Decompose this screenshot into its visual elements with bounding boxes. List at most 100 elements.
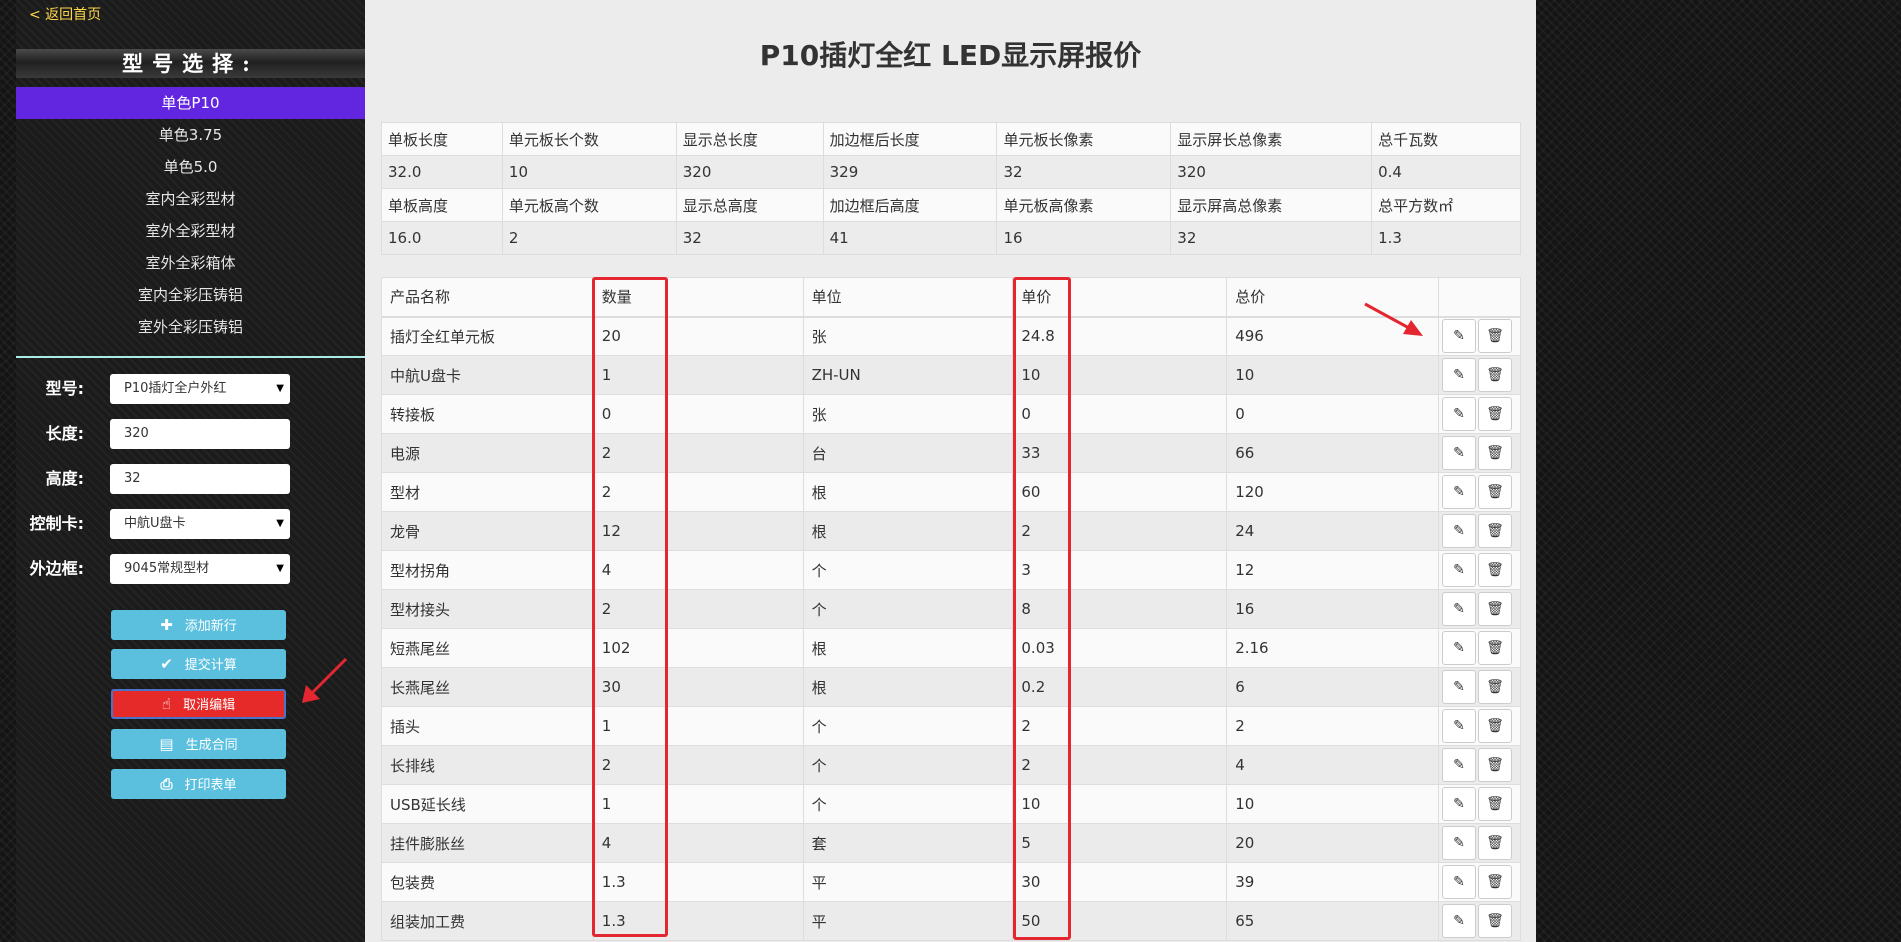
table-row: USB延长线 1 个 10 10 ✎ 🗑	[381, 784, 1522, 824]
delete-row-button-trash-icon[interactable]: 🗑	[1477, 436, 1512, 470]
total-price-cell: 66	[1226, 433, 1439, 473]
delete-row-button-trash-icon[interactable]: 🗑	[1477, 748, 1512, 782]
table-row: 转接板 0 张 0 0 ✎ 🗑	[381, 394, 1522, 434]
generate-contract-button[interactable]: ▤ 生成合同	[111, 729, 286, 759]
model-item[interactable]: 单色P10	[16, 87, 365, 119]
model-item[interactable]: 单色5.0	[16, 151, 365, 183]
model-item[interactable]: 单色3.75	[16, 119, 365, 151]
total-price-cell: 120	[1226, 472, 1439, 512]
delete-row-button-trash-icon[interactable]: 🗑	[1477, 358, 1512, 392]
edit-row-button-pencil-icon[interactable]: ✎	[1441, 436, 1476, 470]
product-name-cell: 龙骨	[381, 511, 594, 551]
unit-price-cell: 50	[1012, 901, 1228, 941]
edit-row-button-pencil-icon[interactable]: ✎	[1441, 670, 1476, 704]
delete-row-button-trash-icon[interactable]: 🗑	[1477, 865, 1512, 899]
delete-row-button-trash-icon[interactable]: 🗑	[1477, 397, 1512, 431]
spec-value-cell: 41	[822, 221, 998, 255]
col-header-unit: 单位	[802, 277, 1014, 318]
quantity-cell: 1.3	[592, 862, 804, 902]
edit-row-button-pencil-icon[interactable]: ✎	[1441, 514, 1476, 548]
edit-row-button-pencil-icon[interactable]: ✎	[1441, 397, 1476, 431]
edit-row-button-pencil-icon[interactable]: ✎	[1441, 475, 1476, 509]
print-form-button[interactable]: ⎙ 打印表单	[111, 769, 286, 799]
row-actions-cell: ✎ 🗑	[1437, 628, 1522, 668]
edit-row-button-pencil-icon[interactable]: ✎	[1441, 358, 1476, 392]
table-row: 短燕尾丝 102 根 0.03 2.16 ✎ 🗑	[381, 628, 1522, 668]
delete-row-button-trash-icon[interactable]: 🗑	[1477, 904, 1512, 938]
length-input[interactable]: 320	[110, 419, 290, 449]
edit-row-button-pencil-icon[interactable]: ✎	[1441, 553, 1476, 587]
model-select-header: 型号选择:	[16, 49, 365, 78]
row-actions-cell: ✎ 🗑	[1437, 901, 1522, 941]
model-item[interactable]: 室外全彩压铸铝	[16, 311, 365, 343]
total-price-cell: 4	[1226, 745, 1439, 785]
quantity-cell: 102	[592, 628, 804, 668]
row-actions-cell: ✎ 🗑	[1437, 316, 1522, 356]
delete-row-button-trash-icon[interactable]: 🗑	[1477, 709, 1512, 743]
spec-value-cell: 32	[1170, 221, 1373, 255]
spec-label-cell: 显示屏高总像素	[1170, 188, 1373, 222]
model-item[interactable]: 室内全彩型材	[16, 183, 365, 215]
delete-row-button-trash-icon[interactable]: 🗑	[1477, 826, 1512, 860]
edit-row-button-pencil-icon[interactable]: ✎	[1441, 631, 1476, 665]
model-list: 单色P10 单色3.75 单色5.0 室内全彩型材 室外全彩型材 室外全彩箱体 室内全彩压铸…	[16, 87, 365, 343]
edit-row-button-pencil-icon[interactable]: ✎	[1441, 748, 1476, 782]
add-row-button[interactable]: ✚ 添加新行	[111, 610, 286, 640]
quantity-cell: 4	[592, 823, 804, 863]
hand-pointer-icon: ☝	[161, 695, 172, 713]
delete-row-button-trash-icon[interactable]: 🗑	[1477, 514, 1512, 548]
edit-row-button-pencil-icon[interactable]: ✎	[1441, 865, 1476, 899]
delete-row-button-trash-icon[interactable]: 🗑	[1477, 553, 1512, 587]
delete-row-button-trash-icon[interactable]: 🗑	[1477, 475, 1512, 509]
edit-row-button-pencil-icon[interactable]: ✎	[1441, 787, 1476, 821]
quantity-cell: 1	[592, 784, 804, 824]
height-input[interactable]: 32	[110, 464, 290, 494]
edit-row-button-pencil-icon[interactable]: ✎	[1441, 709, 1476, 743]
dropdown-caret-icon: ▼	[276, 563, 284, 574]
total-price-cell: 39	[1226, 862, 1439, 902]
model-label: 型号:	[45, 379, 84, 398]
total-price-cell: 6	[1226, 667, 1439, 707]
frame-select[interactable]: 9045常规型材 ▼	[110, 554, 290, 584]
model-item[interactable]: 室外全彩箱体	[16, 247, 365, 279]
unit-cell: 个	[802, 589, 1014, 629]
delete-row-button-trash-icon[interactable]: 🗑	[1477, 592, 1512, 626]
submit-calc-button[interactable]: ✔ 提交计算	[111, 649, 286, 679]
spec-value-cell: 32	[675, 221, 824, 255]
control-card-select[interactable]: 中航U盘卡 ▼	[110, 509, 290, 539]
delete-row-button-trash-icon[interactable]: 🗑	[1477, 631, 1512, 665]
edit-row-button-pencil-icon[interactable]: ✎	[1441, 592, 1476, 626]
spec-value-cell: 320	[675, 155, 824, 189]
cancel-edit-button[interactable]: ☝ 取消编辑	[111, 689, 286, 719]
row-actions-cell: ✎ 🗑	[1437, 784, 1522, 824]
spec-value-cell: 32.0	[381, 155, 503, 189]
total-price-cell: 16	[1226, 589, 1439, 629]
total-price-cell: 0	[1226, 394, 1439, 434]
edit-row-button-pencil-icon[interactable]: ✎	[1441, 319, 1476, 354]
delete-row-button-trash-icon[interactable]: 🗑	[1477, 319, 1512, 354]
unit-price-cell: 10	[1012, 784, 1228, 824]
table-row: 中航U盘卡 1 ZH-UN 10 10 ✎ 🗑	[381, 355, 1522, 395]
edit-row-button-pencil-icon[interactable]: ✎	[1441, 904, 1476, 938]
delete-row-button-trash-icon[interactable]: 🗑	[1477, 787, 1512, 821]
height-label: 高度:	[45, 469, 84, 488]
spec-label-cell: 总平方数㎡	[1371, 188, 1521, 222]
spec-label-row: 单板高度 单元板高个数 显示总高度 加边框后高度 单元板高像素 显示屏高总像素 总平方数㎡	[381, 188, 1521, 222]
model-item[interactable]: 室外全彩型材	[16, 215, 365, 247]
spec-label-cell: 单元板高像素	[996, 188, 1172, 222]
delete-row-button-trash-icon[interactable]: 🗑	[1477, 670, 1512, 704]
model-select[interactable]: P10插灯全户外红 ▼	[110, 374, 290, 404]
spec-label-cell: 加边框后高度	[822, 188, 998, 222]
spec-value-cell: 16	[996, 221, 1172, 255]
spec-label-cell: 单板长度	[381, 122, 503, 156]
edit-row-button-pencil-icon[interactable]: ✎	[1441, 826, 1476, 860]
quantity-cell: 0	[592, 394, 804, 434]
height-form-row: 高度: 32	[16, 464, 365, 494]
spec-label-cell: 单元板长像素	[996, 122, 1172, 156]
product-name-cell: 长燕尾丝	[381, 667, 594, 707]
model-item[interactable]: 室内全彩压铸铝	[16, 279, 365, 311]
row-actions-cell: ✎ 🗑	[1437, 706, 1522, 746]
control-card-label: 控制卡:	[29, 514, 84, 533]
back-home-link[interactable]: < 返回首页	[29, 4, 101, 24]
row-actions-cell: ✎ 🗑	[1437, 823, 1522, 863]
